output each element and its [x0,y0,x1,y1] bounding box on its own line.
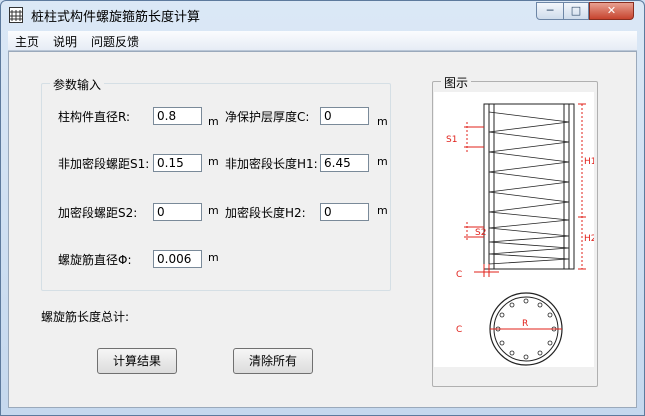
minimize-button[interactable]: ─ [536,2,564,20]
maximize-button[interactable]: □ [563,2,589,20]
r-label: R [522,319,528,329]
pitch-s2-input[interactable]: 0 [153,203,202,221]
figure-group-label: 图示 [441,74,472,91]
menu-bar: 主页 说明 问题反馈 [8,31,637,51]
pitch-s1-label: 非加密段螺距S1: [58,157,150,171]
menu-home[interactable]: 主页 [15,33,39,50]
total-length-label: 螺旋筋长度总计: [41,310,130,324]
title-bar[interactable]: 桩柱式构件螺旋箍筋长度计算 ─ □ ✕ [1,1,644,29]
diameter-input[interactable]: 0.8 [153,107,202,125]
length-h2-input[interactable]: 0 [320,203,369,221]
pile-elevation-drawing [483,103,575,270]
c-side-label: C [456,270,462,280]
diameter-label: 柱构件直径R: [58,110,131,124]
pitch-s2-label: 加密段螺距S2: [58,206,138,220]
params-group-label: 参数输入 [50,76,105,93]
diameter-unit: m [208,115,219,128]
pitch-s1-input[interactable]: 0.15 [153,154,202,172]
cover-input[interactable]: 0 [320,107,369,125]
bar-diameter-unit: m [208,251,219,264]
menu-help[interactable]: 说明 [53,33,77,50]
s2-label: S2 [475,228,486,238]
h2-label: H2 [584,234,594,244]
clear-all-button[interactable]: 清除所有 [233,348,313,374]
length-h2-unit: m [377,204,388,217]
length-h1-input[interactable]: 6.45 [320,154,369,172]
h1-label: H1 [584,157,594,167]
app-window: 桩柱式构件螺旋箍筋长度计算 ─ □ ✕ 主页 说明 问题反馈 参数输入 柱构件直… [0,0,645,416]
pile-diagram: H1 H2 S1 S2 C R C [434,92,594,367]
length-h1-unit: m [377,155,388,168]
calculate-button[interactable]: 计算结果 [97,348,177,374]
close-button[interactable]: ✕ [589,2,634,20]
cover-unit: m [377,115,388,128]
app-icon [9,7,23,23]
s1-label: S1 [446,135,457,145]
cover-label: 净保护层厚度C: [225,110,310,124]
length-h2-label: 加密段长度H2: [225,206,306,220]
c-circle-label: C [456,325,462,335]
length-h1-label: 非加密段长度H1: [225,157,318,171]
window-title: 桩柱式构件螺旋箍筋长度计算 [31,10,201,25]
pitch-s1-unit: m [208,155,219,168]
bar-diameter-input[interactable]: 0.006 [153,250,202,268]
bar-diameter-label: 螺旋筋直径Φ: [58,253,132,267]
pitch-s2-unit: m [208,204,219,217]
menu-feedback[interactable]: 问题反馈 [91,33,139,50]
